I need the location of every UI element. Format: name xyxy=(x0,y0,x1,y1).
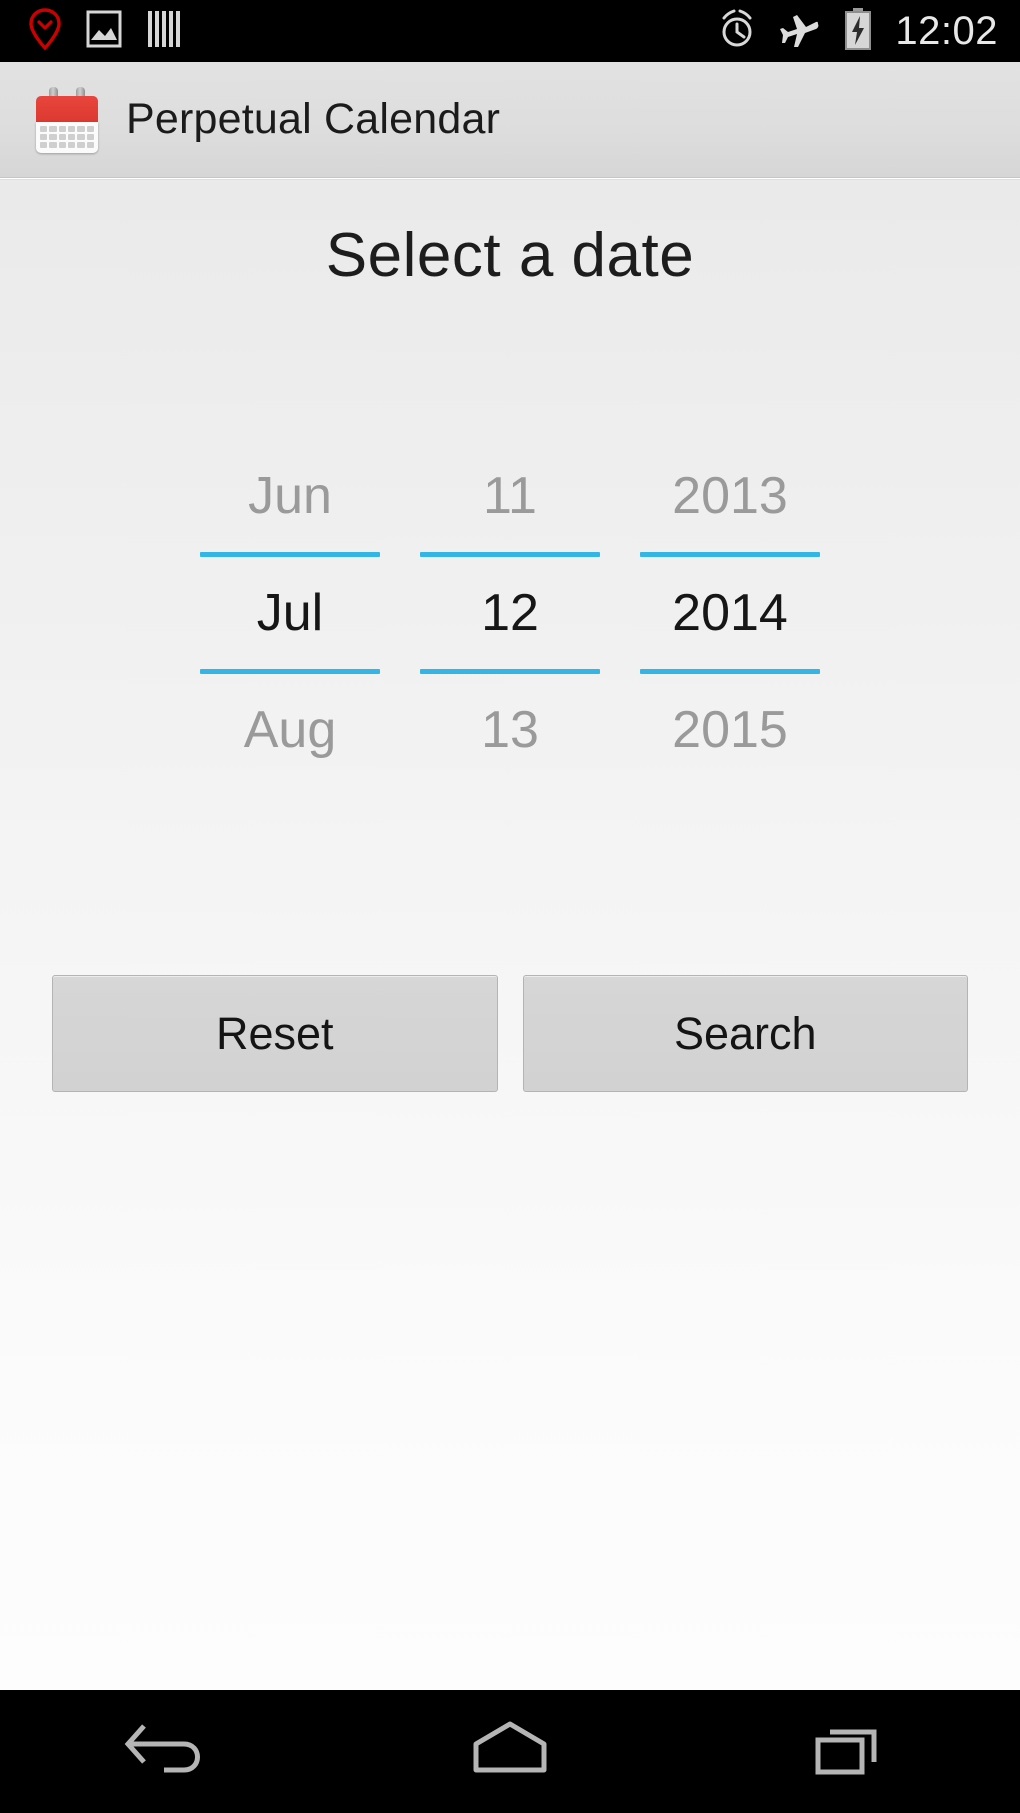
back-arrow-icon xyxy=(122,1718,218,1785)
status-bar: 12:02 xyxy=(0,0,1020,62)
navigation-bar xyxy=(0,1690,1020,1813)
date-picker: Jun Jul Aug 11 12 13 2013 2014 2015 xyxy=(0,440,1020,786)
day-selected-value[interactable]: 12 xyxy=(420,557,600,669)
calendar-icon xyxy=(36,86,98,153)
reset-button[interactable]: Reset xyxy=(52,975,498,1092)
recents-icon xyxy=(802,1718,898,1785)
home-button[interactable] xyxy=(425,1690,595,1813)
page-title: Select a date xyxy=(325,221,695,290)
barcode-icon xyxy=(146,9,182,54)
action-bar[interactable]: Perpetual Calendar xyxy=(0,62,1020,178)
year-next-value[interactable]: 2015 xyxy=(640,674,820,786)
main-content: Select a date Jun Jul Aug 11 12 13 2013 … xyxy=(0,180,1020,1690)
year-previous-value[interactable]: 2013 xyxy=(640,440,820,552)
month-next-value[interactable]: Aug xyxy=(200,674,380,786)
alarm-clock-icon xyxy=(717,8,757,55)
status-bar-system-icons: 12:02 xyxy=(717,7,1020,56)
home-icon xyxy=(462,1718,558,1785)
status-bar-notifications xyxy=(0,7,182,55)
day-previous-value[interactable]: 11 xyxy=(420,440,600,552)
action-buttons: Reset Search xyxy=(0,975,1020,1092)
photo-icon xyxy=(86,9,122,54)
back-button[interactable] xyxy=(85,1690,255,1813)
recents-button[interactable] xyxy=(765,1690,935,1813)
year-selected-value[interactable]: 2014 xyxy=(640,557,820,669)
month-selected-value[interactable]: Jul xyxy=(200,557,380,669)
date-picker-year-column[interactable]: 2013 2014 2015 xyxy=(640,440,820,786)
battery-charging-icon xyxy=(843,7,873,56)
month-previous-value[interactable]: Jun xyxy=(200,440,380,552)
date-picker-day-column[interactable]: 11 12 13 xyxy=(420,440,600,786)
phone-screen: 12:02 Perpetual Calendar Select a date J… xyxy=(0,0,1020,1813)
app-title: Perpetual Calendar xyxy=(126,95,501,143)
day-next-value[interactable]: 13 xyxy=(420,674,600,786)
status-bar-clock: 12:02 xyxy=(895,8,998,53)
airplane-mode-icon xyxy=(779,9,821,54)
location-pin-check-icon xyxy=(28,7,62,55)
search-button[interactable]: Search xyxy=(522,975,968,1092)
date-picker-month-column[interactable]: Jun Jul Aug xyxy=(200,440,380,786)
